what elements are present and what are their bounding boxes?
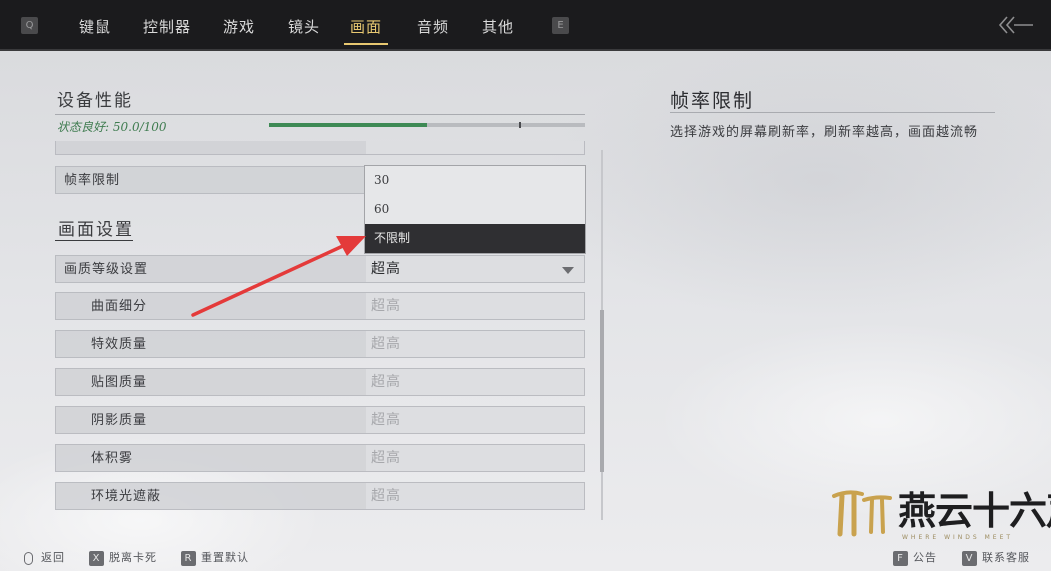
divider	[670, 112, 995, 113]
back-hint[interactable]: 返回	[24, 549, 65, 566]
unstuck-label: 脱离卡死	[109, 551, 157, 564]
key-x-icon: X	[89, 550, 104, 566]
support-label: 联系客服	[982, 551, 1030, 564]
unstuck-hint[interactable]: X 脱离卡死	[89, 549, 157, 566]
key-v-icon: V	[962, 550, 977, 566]
notice-label: 公告	[913, 551, 937, 564]
game-logo: 燕云十六声 WHERE WINDS MEET	[828, 478, 1051, 552]
key-f-icon: F	[893, 550, 908, 566]
reset-defaults-label: 重置默认	[201, 551, 249, 564]
help-title: 帧率限制	[670, 90, 755, 112]
logo-text: 燕云十六声	[898, 488, 1051, 533]
key-r-icon: R	[181, 550, 196, 566]
back-hint-label: 返回	[41, 551, 65, 564]
reset-defaults-hint[interactable]: R 重置默认	[181, 549, 249, 566]
mouse-icon	[24, 551, 33, 565]
help-description: 选择游戏的屏幕刷新率，刷新率越高，画面越流畅	[670, 125, 979, 140]
logo-subtext: WHERE WINDS MEET	[902, 534, 1014, 541]
logo-emblem-icon	[832, 490, 892, 537]
